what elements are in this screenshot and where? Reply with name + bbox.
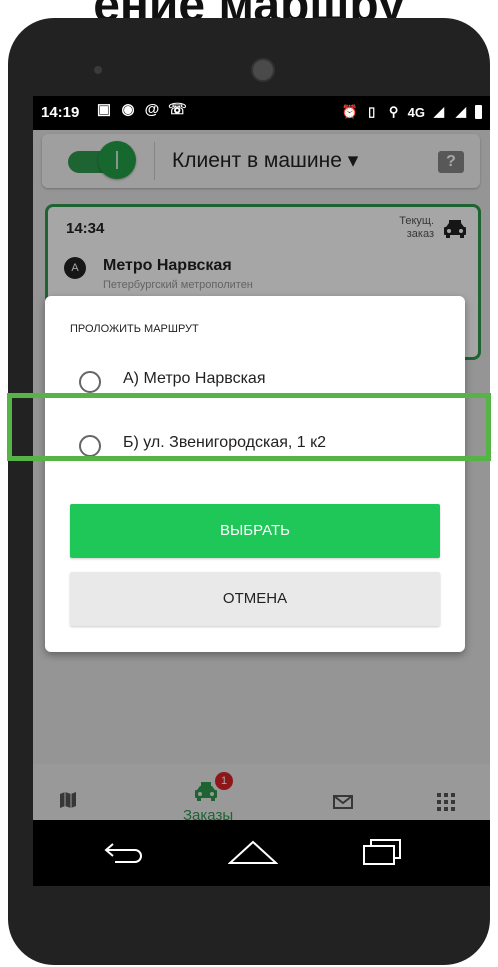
location-icon: ⚲: [388, 104, 399, 119]
viber-icon: ☏: [168, 101, 187, 118]
front-camera: [251, 58, 275, 82]
network-type: 4G: [407, 104, 425, 120]
signal-icon: ◢: [434, 104, 444, 119]
car-notification-icon: ◉: [121, 101, 135, 118]
recent-apps-icon[interactable]: [362, 836, 402, 866]
battery-icon: [475, 105, 482, 119]
cancel-button[interactable]: ОТМЕНА: [70, 572, 440, 626]
image-notification-icon: ▣: [96, 101, 112, 118]
radio-button-a[interactable]: [79, 371, 101, 393]
alarm-icon: ⏰: [341, 104, 358, 119]
home-icon[interactable]: [228, 839, 278, 865]
system-status-icons: ⏰ ▯ ⚲ 4G ◢ ◢: [342, 104, 482, 120]
phone-screen: 14:19 ▣ ◉ @ ☏ ⏰ ▯ ⚲ 4G ◢ ◢ Клиент в маши…: [33, 96, 490, 886]
at-sign-icon: @: [144, 101, 160, 118]
route-dialog: ПРОЛОЖИТЬ МАРШРУТ А) Метро Нарвская Б) у…: [45, 296, 465, 652]
vibrate-icon: ▯: [368, 104, 376, 119]
earpiece-dot: [94, 66, 102, 74]
back-icon[interactable]: [103, 840, 147, 864]
status-time: 14:19: [41, 104, 80, 121]
highlight-annotation: [7, 393, 491, 461]
phone-frame: 14:19 ▣ ◉ @ ☏ ⏰ ▯ ⚲ 4G ◢ ◢ Клиент в маши…: [8, 18, 490, 965]
dialog-title: ПРОЛОЖИТЬ МАРШРУТ: [70, 323, 199, 335]
select-button[interactable]: ВЫБРАТЬ: [70, 504, 440, 558]
notification-icons: ▣ ◉ @ ☏: [96, 101, 187, 118]
route-option-a-label: А) Метро Нарвская: [123, 370, 266, 387]
status-bar: 14:19 ▣ ◉ @ ☏ ⏰ ▯ ⚲ 4G ◢ ◢: [33, 96, 490, 130]
system-navigation-bar: [33, 820, 490, 886]
signal-2-icon: ◢: [456, 104, 466, 119]
app-area: Клиент в машине ▾ ? 14:34 Текущ. заказ A…: [33, 130, 490, 854]
